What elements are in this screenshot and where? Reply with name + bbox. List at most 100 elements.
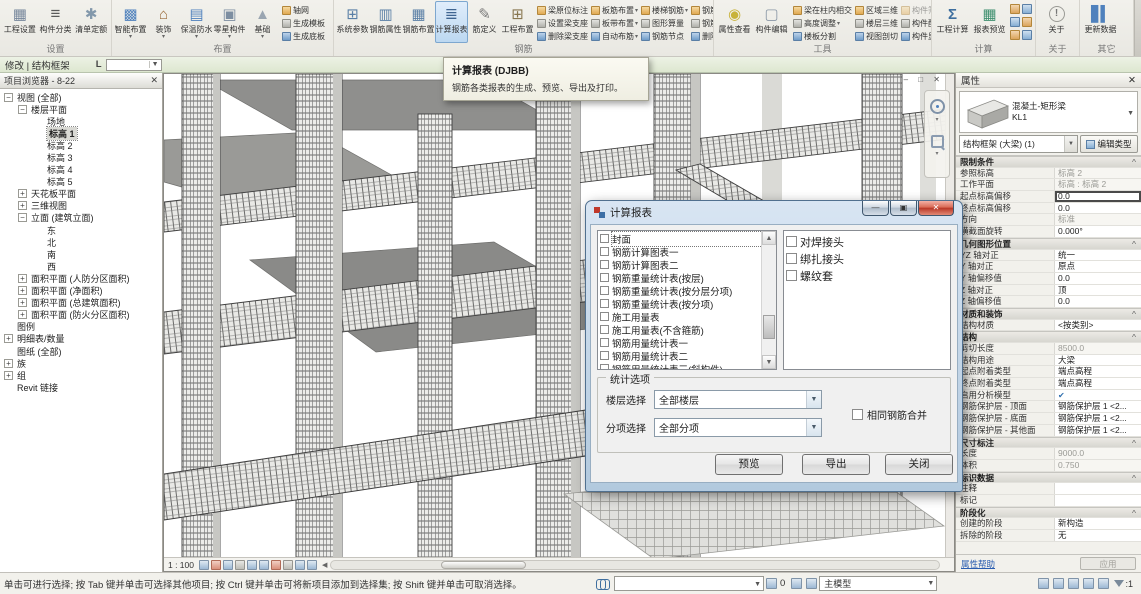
checkbox[interactable] bbox=[600, 338, 609, 347]
editing-requests-icon[interactable] bbox=[766, 578, 777, 589]
scroll-down-icon[interactable]: ▼ bbox=[762, 355, 776, 369]
tree-item[interactable]: 南 bbox=[0, 248, 162, 260]
checkbox[interactable] bbox=[786, 236, 797, 247]
property-row[interactable]: Z 轴偏移值 0.0 bbox=[956, 296, 1141, 308]
chevron-down-icon[interactable]: ▾ bbox=[935, 150, 938, 157]
instance-filter-combobox[interactable]: 结构框架 (大梁) (1) ▼ bbox=[959, 135, 1078, 153]
property-row[interactable]: 工作平面 标高 : 标高 2 bbox=[956, 179, 1141, 191]
status-tool-icon[interactable] bbox=[1098, 578, 1109, 589]
ribbon-button[interactable]: 装饰 bbox=[147, 1, 180, 43]
view-bar-icon[interactable] bbox=[271, 560, 281, 570]
tree-item[interactable]: + 三维视图 bbox=[0, 200, 162, 212]
design-options-icon[interactable] bbox=[806, 578, 817, 589]
property-row[interactable]: 长度 9000.0 bbox=[956, 448, 1141, 460]
ribbon-button[interactable]: 钢筋属性 bbox=[369, 1, 402, 43]
property-row[interactable]: Y 轴对正 原点 bbox=[956, 261, 1141, 273]
ribbon-small-button[interactable]: 生成底板 bbox=[282, 30, 325, 43]
property-row[interactable]: 起点附着类型 端点高程 bbox=[956, 366, 1141, 378]
ribbon-button[interactable]: 关于 bbox=[1038, 1, 1075, 43]
tree-item[interactable]: − 立面 (建筑立面) bbox=[0, 212, 162, 224]
tree-item[interactable]: − 视图 (全部) bbox=[0, 91, 162, 103]
preview-button[interactable]: 预览 bbox=[715, 454, 783, 475]
scroll-up-icon[interactable]: ▲ bbox=[762, 231, 776, 245]
checkbox[interactable] bbox=[600, 312, 609, 321]
report-list-item[interactable]: 施工用量表 bbox=[598, 310, 776, 323]
scroll-left-icon[interactable]: ◀ bbox=[322, 561, 327, 569]
ribbon-small-button[interactable]: 构件配色 bbox=[901, 17, 932, 30]
view-bar-icon[interactable] bbox=[259, 560, 269, 570]
type-selector[interactable]: 混凝土-矩形梁 KL1 ▼ bbox=[959, 91, 1138, 133]
property-row[interactable]: 钢筋保护层 - 顶面 钢筋保护层 1 <2... bbox=[956, 401, 1141, 413]
properties-help-link[interactable]: 属性帮助 bbox=[961, 558, 995, 570]
tree-item[interactable]: 北 bbox=[0, 236, 162, 248]
tree-item[interactable]: + 面积平面 (总建筑面积) bbox=[0, 297, 162, 309]
ribbon-button[interactable]: 筋定义 bbox=[468, 1, 501, 43]
property-row[interactable]: 阶段化 bbox=[956, 507, 1141, 519]
property-row[interactable]: 材质和装饰 bbox=[956, 308, 1141, 320]
property-row[interactable]: 注释 bbox=[956, 483, 1141, 495]
tree-item[interactable]: 图例 bbox=[0, 321, 162, 333]
tree-expander-icon[interactable]: + bbox=[4, 334, 13, 343]
ribbon-button[interactable]: 构件编辑 bbox=[753, 1, 790, 43]
tree-item[interactable]: + 面积平面 (净面积) bbox=[0, 285, 162, 297]
checkbox[interactable] bbox=[600, 325, 609, 334]
tree-item[interactable]: + 面积平面 (防火分区面积) bbox=[0, 309, 162, 321]
checkbox[interactable] bbox=[600, 299, 609, 308]
joint-list-item[interactable]: 对焊接头 bbox=[784, 233, 950, 250]
property-row[interactable]: 创建的阶段 新构造 bbox=[956, 518, 1141, 530]
ribbon-small-button[interactable]: 板筋布置 bbox=[591, 4, 638, 17]
ribbon-collapse-strip[interactable] bbox=[1134, 0, 1141, 56]
property-row[interactable]: 结构材质 <按类别> bbox=[956, 320, 1141, 332]
checkbox[interactable] bbox=[852, 409, 863, 420]
checkbox[interactable] bbox=[786, 253, 797, 264]
property-row[interactable]: 终点标高偏移 0.0 bbox=[956, 203, 1141, 215]
search-combobox[interactable]: ▼ bbox=[614, 576, 764, 591]
property-row[interactable]: 体积 0.750 bbox=[956, 460, 1141, 472]
tree-expander-icon[interactable]: + bbox=[18, 189, 27, 198]
ribbon-small-button[interactable]: 楼层三维 bbox=[855, 17, 898, 30]
joint-list-item[interactable]: 螺纹套 bbox=[784, 267, 950, 284]
ribbon-button[interactable]: 计算报表 bbox=[435, 1, 468, 43]
filter-icon[interactable] bbox=[1114, 580, 1124, 587]
tree-item[interactable]: 标高 3 bbox=[0, 151, 162, 163]
apply-button[interactable]: 应用 bbox=[1080, 557, 1136, 570]
property-row[interactable]: 剪切长度 8500.0 bbox=[956, 343, 1141, 355]
property-row[interactable]: 几何图形位置 bbox=[956, 238, 1141, 250]
tree-expander-icon[interactable]: + bbox=[4, 359, 13, 368]
calc-tool-icon[interactable] bbox=[1010, 17, 1020, 27]
tree-expander-icon[interactable]: + bbox=[18, 298, 27, 307]
close-icon[interactable]: ✕ bbox=[1128, 75, 1136, 86]
ribbon-small-button[interactable]: 图形算量 bbox=[641, 17, 688, 30]
property-row[interactable]: 标记 bbox=[956, 495, 1141, 507]
ribbon-button[interactable]: 构件分类 bbox=[38, 1, 74, 43]
ribbon-small-button[interactable]: 楼板分割 bbox=[793, 30, 852, 43]
search-icon[interactable] bbox=[596, 579, 610, 588]
checkbox[interactable] bbox=[600, 351, 609, 360]
view-bar-icon[interactable] bbox=[199, 560, 209, 570]
close-dialog-button[interactable]: 关闭 bbox=[885, 454, 953, 475]
view-bar-icon[interactable] bbox=[307, 560, 317, 570]
report-list-item[interactable]: 钢筋用量统计表一 bbox=[598, 336, 776, 349]
list-scrollbar[interactable]: ▲ ▼ bbox=[761, 231, 776, 369]
close-button[interactable]: ✕ bbox=[918, 201, 954, 216]
item-select-combobox[interactable]: 全部分项 ▼ bbox=[654, 418, 822, 437]
ribbon-small-button[interactable]: 板带布置 bbox=[591, 17, 638, 30]
ribbon-small-button[interactable]: 钢筋显示 bbox=[691, 4, 714, 17]
maximize-button[interactable]: ▣ bbox=[890, 201, 917, 216]
view-scale-button[interactable]: 1 : 100 bbox=[168, 560, 194, 570]
ribbon-small-button[interactable]: 楼梯钢筋 bbox=[641, 4, 688, 17]
design-option-combobox[interactable]: 主模型 ▼ bbox=[819, 576, 937, 591]
calc-tool-icon[interactable] bbox=[1022, 30, 1032, 40]
report-list-item[interactable]: 钢筋重量统计表(按分项) bbox=[598, 297, 776, 310]
checkbox[interactable] bbox=[600, 364, 609, 370]
tree-expander-icon[interactable]: + bbox=[18, 274, 27, 283]
ribbon-button[interactable]: 工程布置 bbox=[501, 1, 534, 43]
ribbon-button[interactable]: 钢筋布置 bbox=[402, 1, 435, 43]
property-row[interactable]: Y 轴偏移值 0.0 bbox=[956, 273, 1141, 285]
type-selector-combobox[interactable]: ▼ bbox=[106, 59, 162, 71]
tree-item[interactable]: 标高 2 bbox=[0, 139, 162, 151]
checkbox[interactable] bbox=[600, 234, 609, 243]
ribbon-button[interactable]: 保温防水 bbox=[180, 1, 213, 43]
view-window-controls[interactable]: – □ ✕ bbox=[904, 75, 944, 84]
report-list-item[interactable]: 钢筋重量统计表(按分层分项) bbox=[598, 284, 776, 297]
